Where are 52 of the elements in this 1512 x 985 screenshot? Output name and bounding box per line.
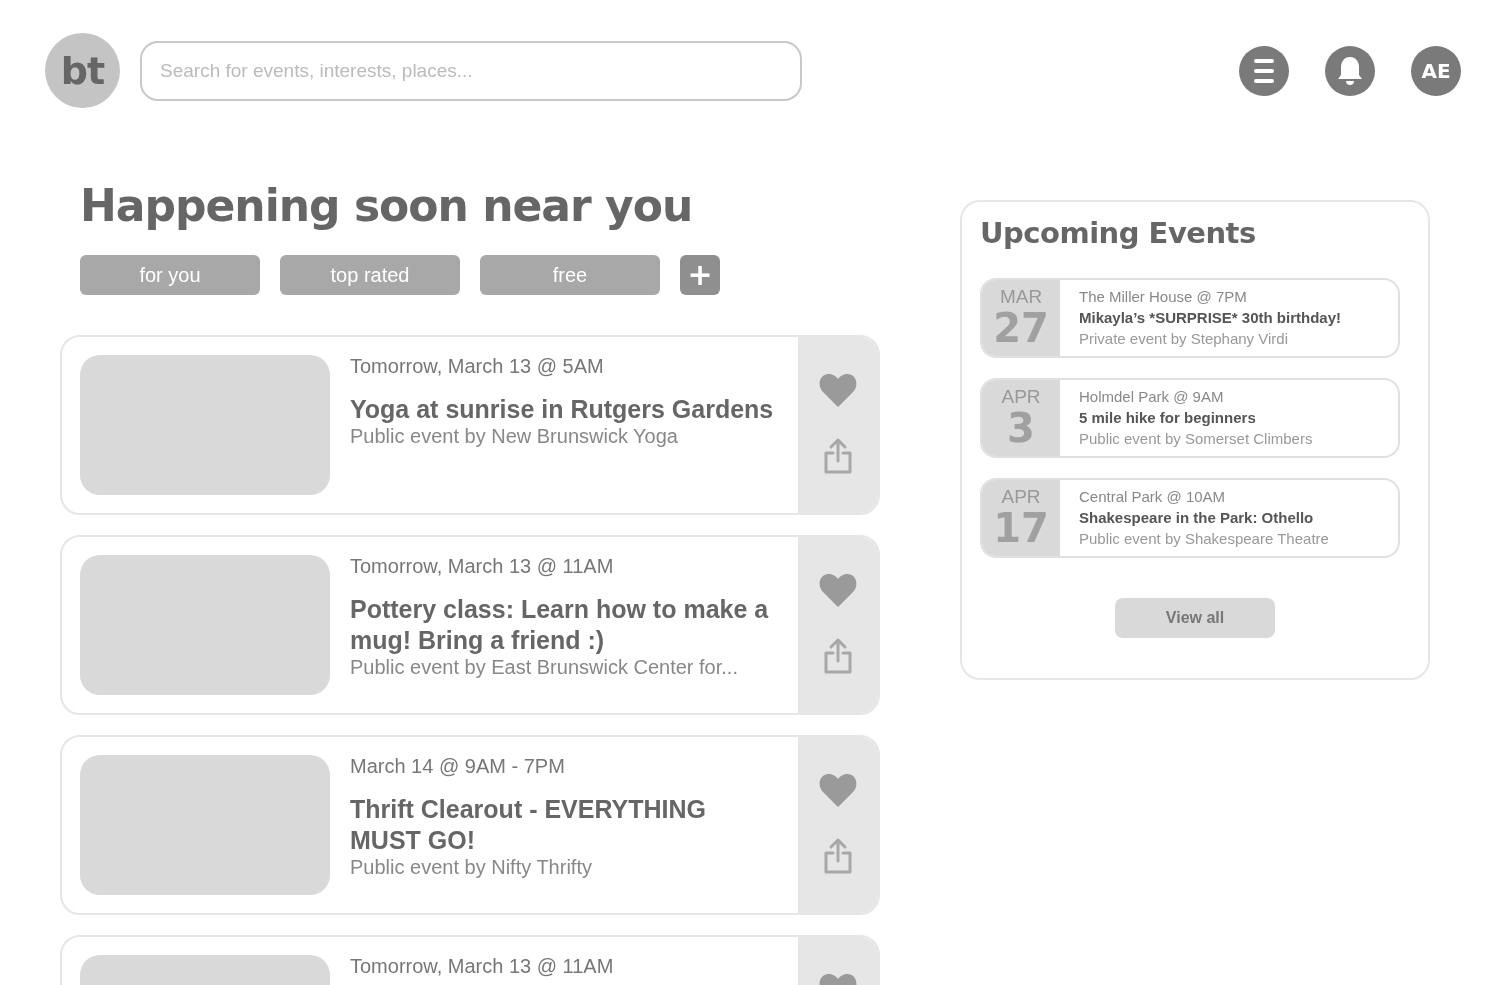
panel-title: Upcoming Events xyxy=(980,216,1257,250)
share-icon[interactable] xyxy=(823,837,853,875)
heart-icon[interactable] xyxy=(819,573,857,607)
event-title: Yoga at sunrise in Rutgers Gardens xyxy=(350,394,774,425)
event-day: 17 xyxy=(993,508,1049,548)
event-place: Central Park @ 10AM xyxy=(1079,488,1226,505)
upcoming-event[interactable]: APR 3 Holmdel Park @ 9AM 5 mile hike for beginners Public event by Somerset Climbers xyxy=(980,378,1400,458)
filter-chip[interactable]: for you xyxy=(80,255,260,295)
menu-button[interactable] xyxy=(1239,45,1289,96)
event-name: Mikayla’s *SURPRISE* 30th birthday! xyxy=(1079,309,1342,326)
add-filter-button[interactable]: + xyxy=(680,255,720,295)
logo[interactable]: bt xyxy=(45,33,120,108)
bell-icon xyxy=(1337,55,1363,86)
heart-icon[interactable] xyxy=(819,773,857,807)
event-name: Shakespeare in the Park: Othello xyxy=(1079,509,1314,526)
search-field[interactable]: Search for events, interests, places... xyxy=(140,40,802,101)
notifications-button[interactable] xyxy=(1325,45,1375,96)
event-date: March 14 @ 9AM - 7PM xyxy=(350,755,565,778)
event-name: 5 mile hike for beginners xyxy=(1079,409,1256,426)
event-date: Tomorrow, March 13 @ 5AM xyxy=(350,355,604,378)
filter-chip[interactable]: top rated xyxy=(280,255,460,295)
share-icon[interactable] xyxy=(823,437,853,475)
event-title: Thrift Clearout - EVERYTHING MUST GO! xyxy=(350,794,708,856)
event-host: Public event by East Brunswick Center for... xyxy=(350,656,738,679)
filter-chip[interactable]: free xyxy=(480,255,660,295)
event-host: Public event by Shakespeare Theatre xyxy=(1079,530,1329,547)
event-host: Public event by Nifty Thrifty xyxy=(350,856,592,879)
upcoming-event[interactable]: MAR 27 The Miller House @ 7PM Mikayla’s *SURPRISE* 30th birthday! Private event by Stephany Virdi xyxy=(980,278,1400,358)
event-card[interactable]: March 14 @ 9AM - 7PM Thrift Clearout - EVERYTHING MUST GO! Public event by Nifty Thrifty xyxy=(60,735,880,915)
avatar-button[interactable]: AE xyxy=(1411,45,1461,96)
event-card[interactable]: Tomorrow, March 13 @ 5AM Yoga at sunrise in Rutgers Gardens Public event by New Brunswick Yoga xyxy=(60,335,880,515)
event-title: Pottery class: Learn how to make a mug! Bring a friend :) xyxy=(350,594,770,656)
view-all-button[interactable]: View all xyxy=(1115,598,1275,638)
event-day: 27 xyxy=(993,308,1049,348)
menu-icon xyxy=(1254,58,1274,83)
heart-icon[interactable] xyxy=(819,373,857,407)
event-month: APR xyxy=(1001,486,1041,508)
share-icon[interactable] xyxy=(823,637,853,675)
event-month: APR xyxy=(1001,386,1041,408)
event-date: Tomorrow, March 13 @ 11AM xyxy=(350,955,614,978)
event-date: Tomorrow, March 13 @ 11AM xyxy=(350,555,614,578)
event-host: Public event by New Brunswick Yoga xyxy=(350,425,678,448)
event-place: Holmdel Park @ 9AM xyxy=(1079,388,1224,405)
upcoming-event[interactable]: APR 17 Central Park @ 10AM Shakespeare in the Park: Othello Public event by Shakespeare Theatre xyxy=(980,478,1400,558)
event-place: The Miller House @ 7PM xyxy=(1079,288,1247,305)
event-host: Public event by Somerset Climbers xyxy=(1079,430,1313,447)
event-card[interactable]: Tomorrow, March 13 @ 11AM Pottery class: Learn how to make a mug! Bring a friend :) Public event by East Brunswick Center for... xyxy=(60,535,880,715)
event-card[interactable]: Tomorrow, March 13 @ 11AM xyxy=(60,935,880,985)
event-month: MAR xyxy=(999,286,1043,308)
page-heading: Happening soon near you xyxy=(80,180,694,231)
event-day: 3 xyxy=(1007,408,1035,448)
event-host: Private event by Stephany Virdi xyxy=(1079,330,1288,347)
